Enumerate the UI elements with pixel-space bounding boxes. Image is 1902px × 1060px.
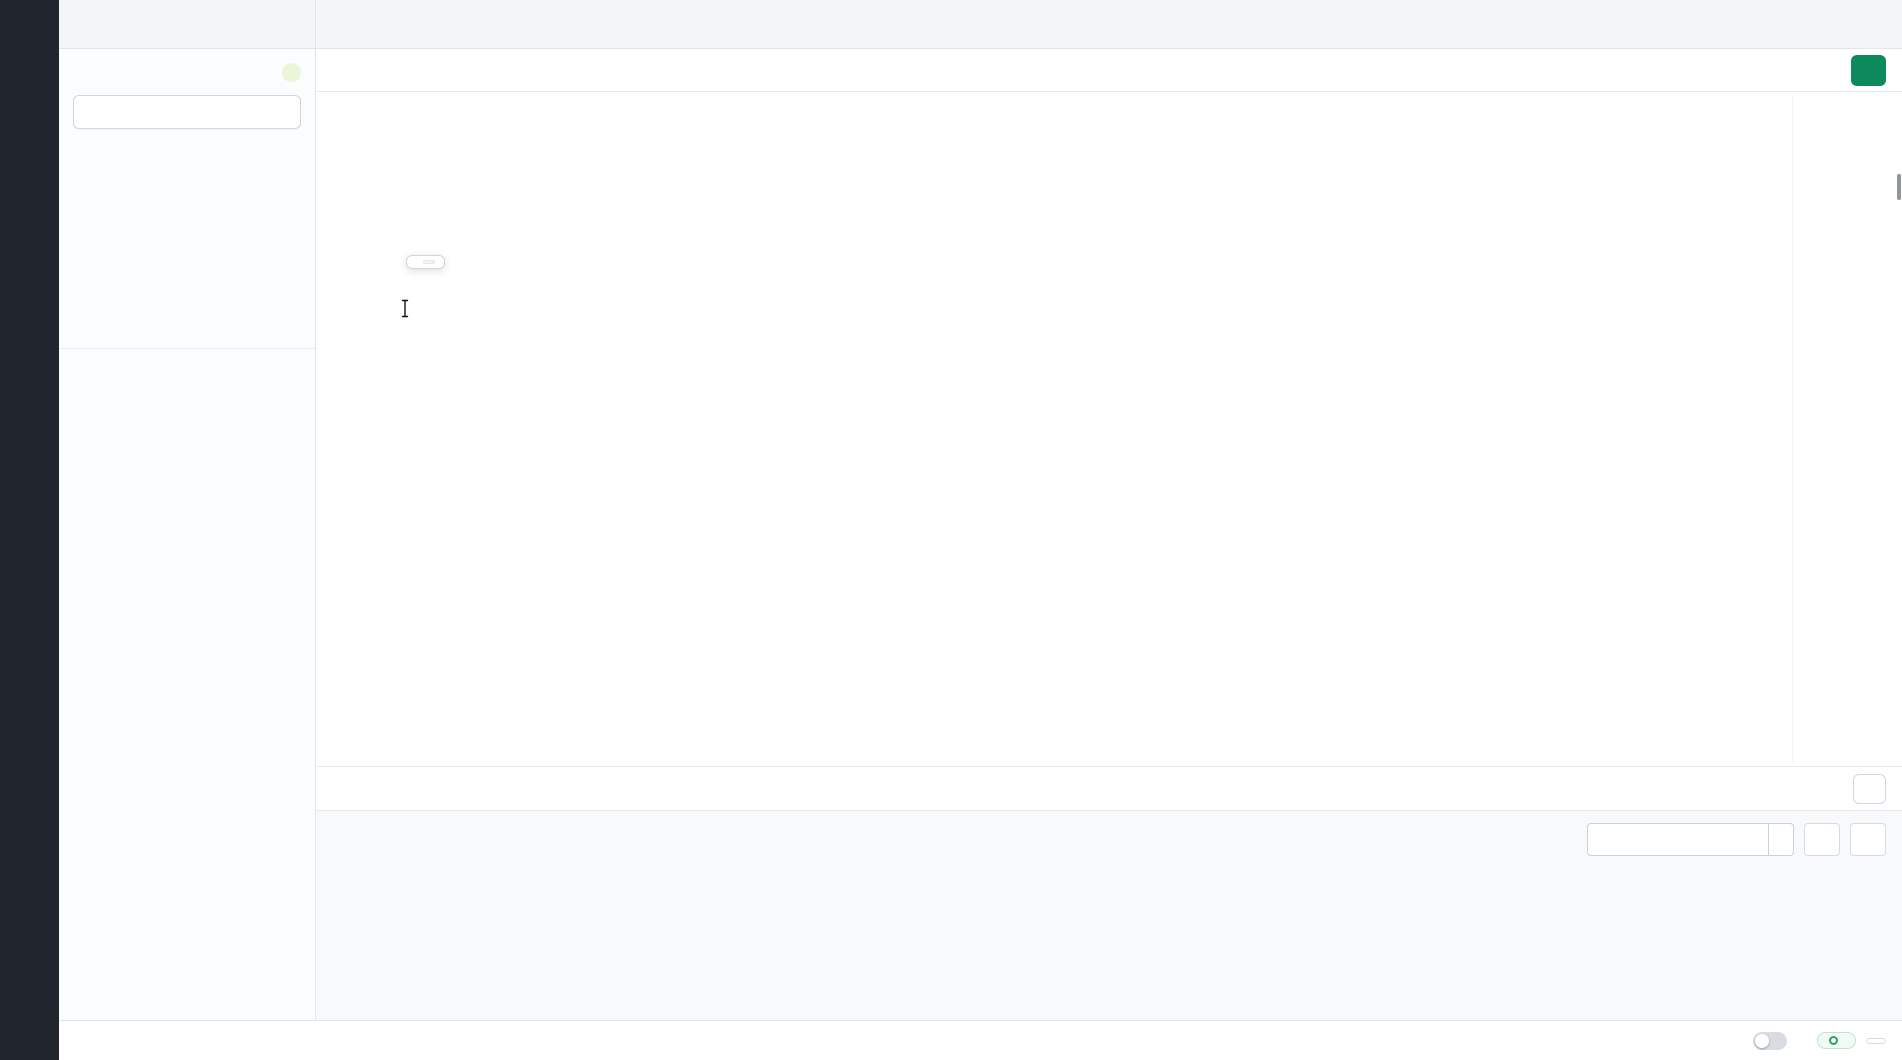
changes-count-badge [282, 63, 301, 82]
update-graph-button[interactable] [1769, 823, 1794, 856]
activity-bar [0, 0, 59, 1060]
branch-widget[interactable] [59, 0, 316, 48]
edit-popup[interactable] [406, 255, 445, 269]
minimap[interactable] [1792, 96, 1894, 762]
text-cursor-icon [399, 299, 411, 323]
status-bar-right [1753, 1032, 1886, 1050]
version-control-section [59, 49, 315, 349]
file-tree [59, 369, 315, 1020]
save-button[interactable] [1851, 55, 1886, 86]
bottom-toolbar [316, 766, 1902, 810]
lineage-controls [1587, 823, 1886, 856]
overflow-menu-button[interactable] [1866, 1038, 1886, 1044]
ready-dot-icon [1829, 1036, 1838, 1045]
code-editor[interactable] [316, 92, 1902, 766]
commit-and-sync-button[interactable] [73, 95, 301, 129]
shortcut-badge [423, 260, 435, 264]
status-ready-badge [1817, 1032, 1856, 1049]
lineage-selector-input[interactable] [1587, 823, 1769, 856]
status-bar [59, 1020, 1902, 1060]
dbt-copilot-button[interactable] [1853, 774, 1886, 804]
tab-bar [316, 0, 1854, 48]
lineage-panel [316, 810, 1902, 1020]
refresh-graph-button[interactable] [1850, 823, 1886, 856]
dbt-cloud-ide [0, 0, 1902, 1060]
version-control-header[interactable] [73, 63, 301, 82]
defer-toggle[interactable] [1753, 1032, 1787, 1050]
toggle-knob [1755, 1034, 1769, 1048]
fullscreen-button[interactable] [1804, 823, 1840, 856]
editor-code[interactable] [360, 92, 1902, 766]
sidebar [59, 49, 316, 1020]
editor-scrollbar[interactable] [1897, 174, 1901, 200]
breadcrumb-bar [316, 49, 1902, 92]
editor-gutter [316, 92, 360, 766]
file-explorer-header[interactable] [59, 349, 315, 369]
top-bar [59, 0, 1902, 49]
editor-column [316, 49, 1902, 1020]
new-tab-button[interactable] [1854, 0, 1902, 48]
